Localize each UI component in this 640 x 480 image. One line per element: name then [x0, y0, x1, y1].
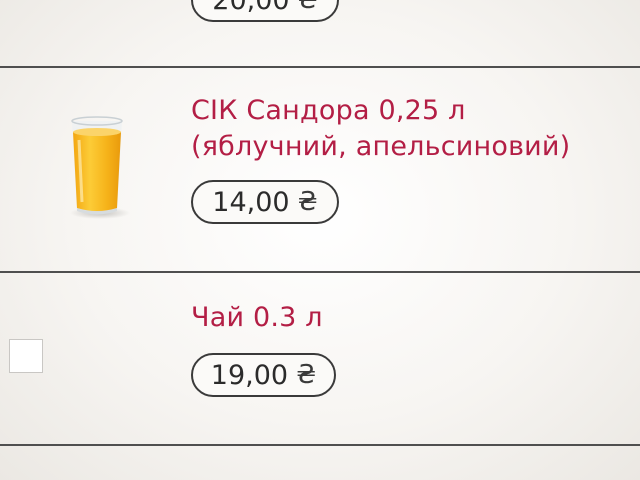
- price-button[interactable]: 19,00 ₴: [191, 353, 336, 397]
- hryvnia-icon: ₴: [297, 0, 318, 15]
- price-button[interactable]: 20,00 ₴: [191, 0, 339, 22]
- hryvnia-icon: ₴: [297, 187, 318, 217]
- juice-glass-icon: [62, 112, 132, 224]
- item-subtitle: (яблучний, апельсиновий): [191, 131, 571, 162]
- price-value: 20,00: [212, 0, 290, 16]
- price-value: 19,00: [210, 359, 289, 391]
- hryvnia-icon: ₴: [296, 360, 317, 390]
- menu-item: 20,00 ₴: [0, 0, 640, 67]
- menu-item: [0, 446, 640, 480]
- price-button[interactable]: 14,00 ₴: [191, 180, 339, 224]
- item-title: СІК Сандора 0,25 л: [191, 95, 466, 126]
- image-placeholder-icon: [9, 339, 43, 373]
- item-title: Чай 0.3 л: [191, 302, 323, 333]
- price-value: 14,00: [212, 186, 290, 218]
